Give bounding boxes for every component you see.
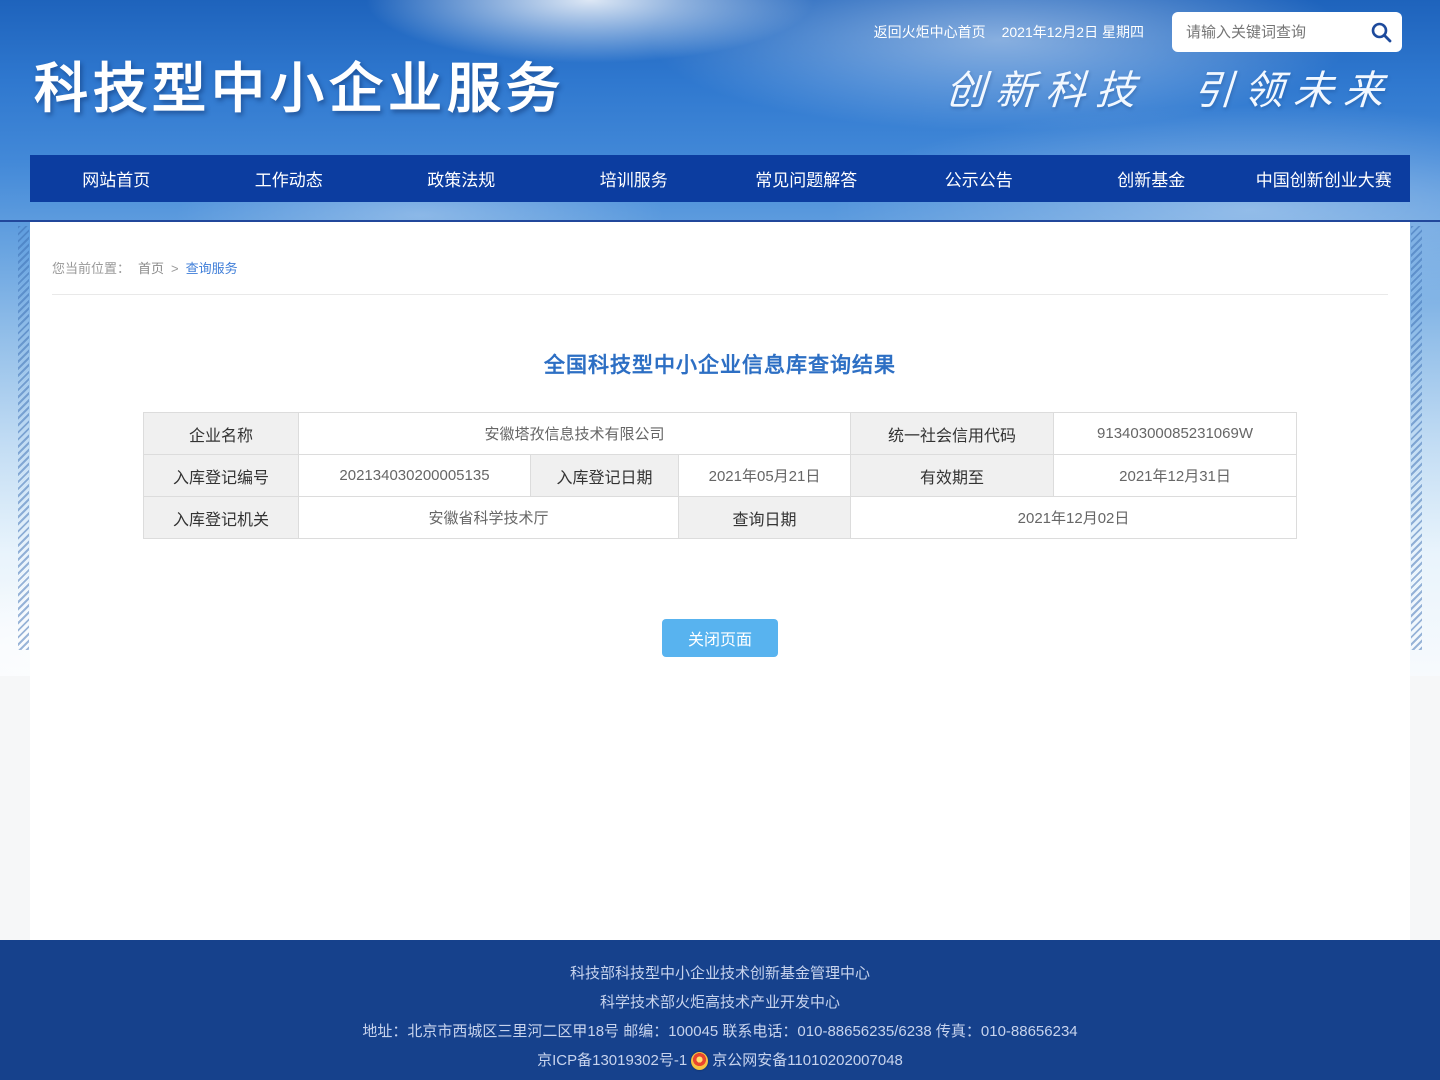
top-utility-bar: 返回火炬中心首页 2021年12月2日 星期四 xyxy=(874,0,1402,64)
breadcrumb-home-link[interactable]: 首页 xyxy=(138,261,164,276)
footer-contact-line: 地址：北京市西城区三里河二区甲18号 邮编：100045 联系电话：010-88… xyxy=(0,1017,1440,1046)
nav-item-5[interactable]: 公示公告 xyxy=(893,155,1066,202)
field-value: 安徽省科学技术厅 xyxy=(298,497,678,539)
breadcrumb-divider xyxy=(52,294,1388,295)
field-value: 2021年12月02日 xyxy=(851,497,1297,539)
breadcrumb-prefix: 您当前位置： xyxy=(52,261,130,276)
main-nav: 网站首页工作动态政策法规培训服务常见问题解答公示公告创新基金中国创新创业大赛 xyxy=(30,155,1410,202)
field-value: 91340300085231069W xyxy=(1054,413,1297,455)
nav-item-1[interactable]: 工作动态 xyxy=(203,155,376,202)
nav-item-4[interactable]: 常见问题解答 xyxy=(720,155,893,202)
field-label: 入库登记日期 xyxy=(530,455,678,497)
site-footer: 科技部科技型中小企业技术创新基金管理中心 科学技术部火炬高技术产业开发中心 地址… xyxy=(0,940,1440,1080)
result-table: 企业名称安徽塔孜信息技术有限公司统一社会信用代码9134030008523106… xyxy=(143,412,1297,539)
nav-item-2[interactable]: 政策法规 xyxy=(375,155,548,202)
close-page-button[interactable]: 关闭页面 xyxy=(662,619,778,657)
icp-record-link[interactable]: 京ICP备13019302号-1 xyxy=(537,1046,687,1075)
breadcrumb-separator: > xyxy=(171,261,179,276)
page: 科技型中小企业服务 返回火炬中心首页 2021年12月2日 星期四 创新科技 引… xyxy=(0,0,1440,1080)
field-value: 202134030200005135 xyxy=(298,455,530,497)
return-torch-home-link[interactable]: 返回火炬中心首页 xyxy=(874,22,986,42)
result-table-body: 企业名称安徽塔孜信息技术有限公司统一社会信用代码9134030008523106… xyxy=(143,413,1296,539)
nav-item-3[interactable]: 培训服务 xyxy=(548,155,721,202)
table-row: 入库登记机关安徽省科学技术厅查询日期2021年12月02日 xyxy=(143,497,1296,539)
content-panel: 您当前位置： 首页 > 查询服务 全国科技型中小企业信息库查询结果 企业名称安徽塔孜信… xyxy=(30,222,1410,940)
field-label: 企业名称 xyxy=(143,413,298,455)
footer-record-line: 京ICP备13019302号-1 京公网安备11010202007048 xyxy=(0,1046,1440,1075)
security-record-link[interactable]: 京公网安备11010202007048 xyxy=(712,1046,903,1075)
site-logo: 科技型中小企业服务 xyxy=(34,44,565,123)
breadcrumb: 您当前位置： 首页 > 查询服务 xyxy=(30,222,1410,277)
footer-org-line-1: 科技部科技型中小企业技术创新基金管理中心 xyxy=(0,959,1440,988)
police-emblem-icon xyxy=(691,1052,708,1070)
current-date: 2021年12月2日 星期四 xyxy=(1002,22,1144,42)
page-title: 全国科技型中小企业信息库查询结果 xyxy=(30,349,1410,379)
nav-item-0[interactable]: 网站首页 xyxy=(30,155,203,202)
field-label: 有效期至 xyxy=(851,455,1054,497)
search-box xyxy=(1172,12,1402,52)
nav-item-7[interactable]: 中国创新创业大赛 xyxy=(1238,155,1411,202)
field-label: 入库登记机关 xyxy=(143,497,298,539)
field-label: 统一社会信用代码 xyxy=(851,413,1054,455)
search-input[interactable] xyxy=(1172,12,1402,52)
field-value: 2021年12月31日 xyxy=(1054,455,1297,497)
search-icon[interactable] xyxy=(1369,20,1393,44)
field-value: 2021年05月21日 xyxy=(678,455,850,497)
table-row: 企业名称安徽塔孜信息技术有限公司统一社会信用代码9134030008523106… xyxy=(143,413,1296,455)
nav-item-6[interactable]: 创新基金 xyxy=(1065,155,1238,202)
header-slogan: 创新科技 引领未来 xyxy=(944,58,1396,116)
breadcrumb-current-link[interactable]: 查询服务 xyxy=(186,261,238,276)
field-value: 安徽塔孜信息技术有限公司 xyxy=(298,413,850,455)
field-label: 查询日期 xyxy=(678,497,850,539)
table-row: 入库登记编号202134030200005135入库登记日期2021年05月21… xyxy=(143,455,1296,497)
field-label: 入库登记编号 xyxy=(143,455,298,497)
footer-org-line-2: 科学技术部火炬高技术产业开发中心 xyxy=(0,988,1440,1017)
